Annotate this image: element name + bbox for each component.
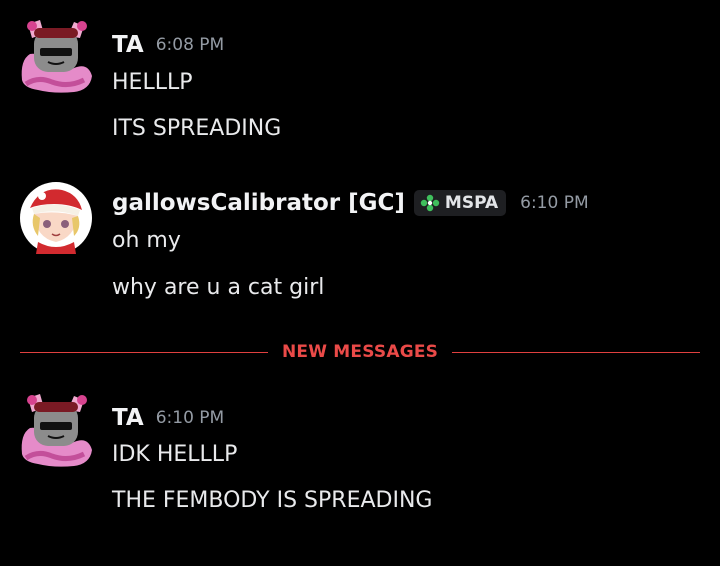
message-header: TA 6:10 PM	[112, 405, 224, 431]
timestamp[interactable]: 6:08 PM	[156, 35, 225, 55]
timestamp[interactable]: 6:10 PM	[520, 193, 589, 213]
message-text: THE FEMBODY IS SPREADING	[112, 488, 433, 513]
message-text: IDK HELLLP	[112, 442, 238, 467]
message-header: TA 6:08 PM	[112, 32, 224, 58]
new-messages-label: NEW MESSAGES	[282, 342, 439, 362]
message-text: ITS SPREADING	[112, 116, 282, 141]
avatar-image	[21, 394, 93, 467]
username[interactable]: gallowsCalibrator [GC]	[112, 190, 405, 216]
server-tag[interactable]: MSPA	[413, 190, 507, 216]
divider-line-left	[20, 352, 268, 353]
user-avatar[interactable]	[18, 18, 94, 94]
message-text: oh my	[112, 228, 181, 253]
avatar-image	[20, 182, 92, 254]
username[interactable]: TA	[112, 405, 144, 431]
new-messages-divider: NEW MESSAGES	[20, 342, 700, 364]
server-tag-label: MSPA	[444, 193, 499, 213]
user-avatar[interactable]	[18, 392, 94, 468]
clover-icon	[420, 194, 440, 212]
user-avatar[interactable]	[20, 182, 92, 254]
message-text: why are u a cat girl	[112, 275, 325, 300]
message-text: HELLLP	[112, 70, 193, 95]
message-header: gallowsCalibrator [GC] MSPA 6:10 PM	[112, 190, 589, 216]
avatar-image	[21, 20, 93, 93]
divider-line-right	[452, 352, 700, 353]
username[interactable]: TA	[112, 32, 144, 58]
timestamp[interactable]: 6:10 PM	[156, 408, 225, 428]
